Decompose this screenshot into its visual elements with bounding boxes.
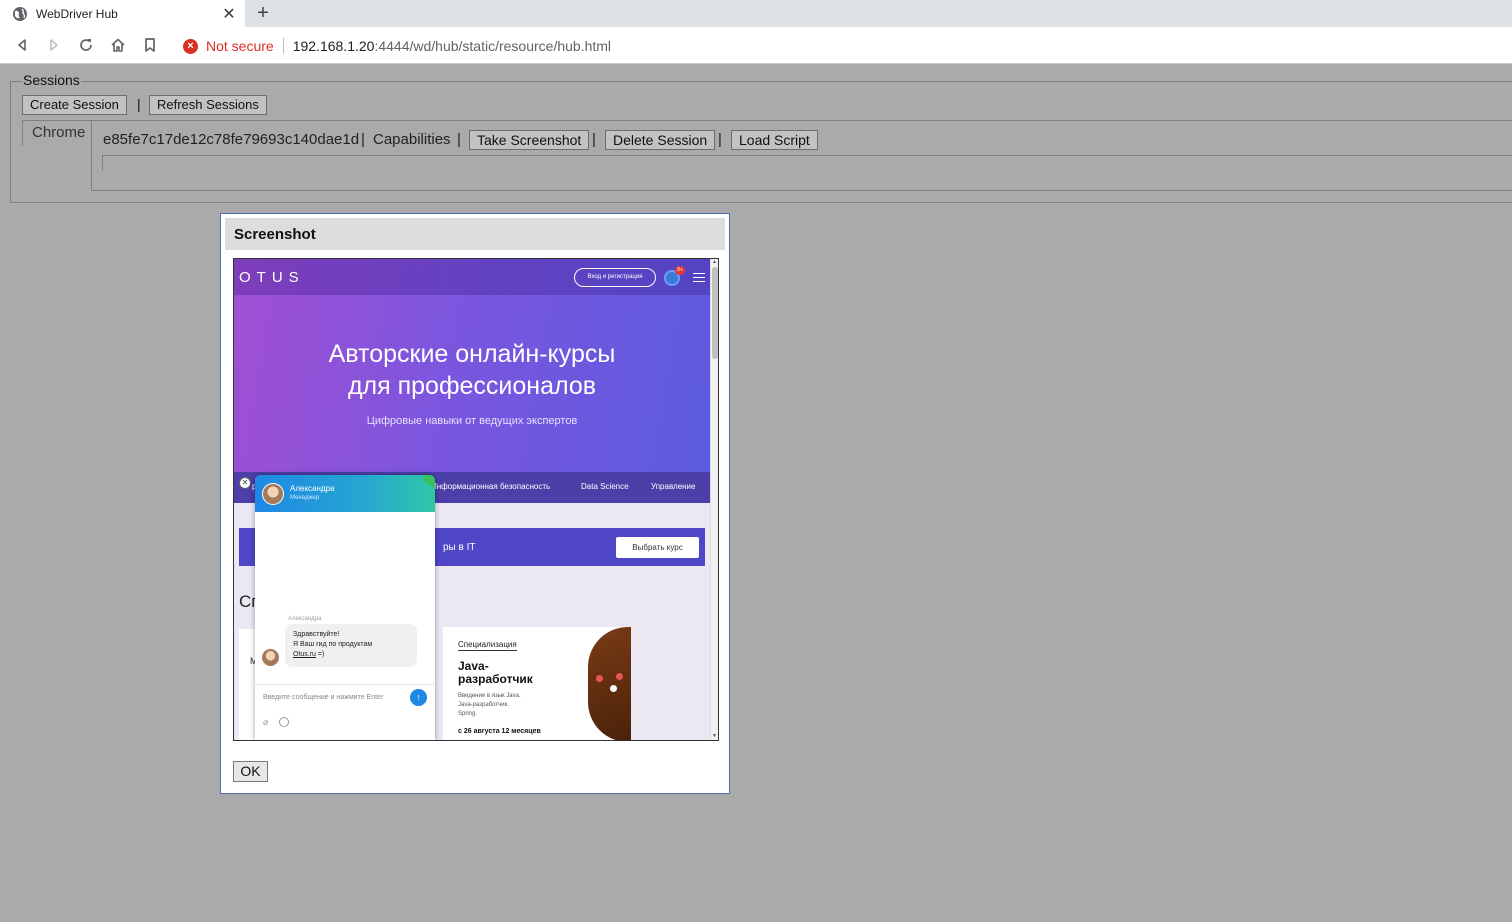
separator: | xyxy=(592,131,596,148)
omnibox-divider xyxy=(282,38,284,54)
card-dates: с 26 августа 12 месяцев xyxy=(458,728,541,735)
security-label[interactable]: Not secure xyxy=(206,38,274,54)
nav-item-security: Информационная безопасность xyxy=(431,482,551,491)
delete-session-button[interactable]: Delete Session xyxy=(605,130,716,150)
session-id: e85fe7c17de12c78fe79693c140dae1d xyxy=(103,131,360,148)
hero-heading-line1: Авторские онлайн-курсы xyxy=(328,340,616,368)
not-secure-icon[interactable]: × xyxy=(183,38,198,54)
banner-text: ры в IT xyxy=(443,542,476,553)
tab-close-icon[interactable]: ✕ xyxy=(219,4,239,24)
tab-strip: WebDriver Hub ✕ + xyxy=(0,0,1512,27)
nav-item-management: Управление xyxy=(651,482,696,491)
browser-tab[interactable]: WebDriver Hub ✕ xyxy=(0,0,245,27)
card-title-line1: Java- xyxy=(458,659,489,673)
home-icon[interactable] xyxy=(108,35,128,55)
site-logo: OTUS xyxy=(239,269,305,286)
site-header: OTUS Вход и регистрация 9+ xyxy=(234,259,710,295)
scroll-up-icon: ▲ xyxy=(712,259,717,265)
browser-toolbar: × Not secure 192.168.1.20:4444/wd/hub/st… xyxy=(0,27,1512,64)
dialog-title: Screenshot xyxy=(234,226,316,243)
choose-course-button: Выбрать курс xyxy=(616,537,699,558)
card-art-dot xyxy=(610,685,617,692)
session-tab-rule xyxy=(91,120,1512,121)
separator: | xyxy=(361,131,365,148)
login-button: Вход и регистрация xyxy=(574,268,656,287)
new-tab-button[interactable]: + xyxy=(252,2,274,24)
bookmark-icon[interactable] xyxy=(140,35,160,55)
card-tag: Специализация xyxy=(458,640,517,651)
chat-message-line2: Я Ваш гид по продуктам xyxy=(293,641,373,648)
sessions-legend: Sessions xyxy=(22,72,81,88)
hero-heading-line2: для профессионалов xyxy=(347,372,597,400)
separator: | xyxy=(137,96,141,112)
hero-section: OTUS Вход и регистрация 9+ Авторские онл… xyxy=(234,259,710,472)
reload-icon[interactable] xyxy=(76,35,96,55)
hero-subheading: Цифровые навыки от ведущих экспертов xyxy=(366,415,578,427)
card-illustration xyxy=(588,627,631,740)
chat-agent-avatar xyxy=(262,483,284,505)
ok-button[interactable]: OK xyxy=(233,761,268,782)
chat-message-bubble: Здравствуйте! Я Ваш гид по продуктам Otu… xyxy=(285,624,417,667)
chat-send-icon: ↑ xyxy=(410,689,427,706)
back-icon[interactable] xyxy=(12,35,32,55)
attachment-icon: ⌀ xyxy=(263,717,269,727)
separator: | xyxy=(457,131,461,148)
chat-message-suffix: =) xyxy=(315,651,325,658)
create-session-button[interactable]: Create Session xyxy=(22,95,127,115)
chat-online-indicator xyxy=(423,475,435,487)
take-screenshot-button[interactable]: Take Screenshot xyxy=(469,130,590,150)
session-capabilities-box xyxy=(102,155,1512,171)
globe-icon xyxy=(13,6,27,21)
chat-message-link: Otus.ru xyxy=(293,651,316,658)
refresh-sessions-button[interactable]: Refresh Sessions xyxy=(149,95,267,115)
chat-message-author: Александра xyxy=(288,616,322,622)
dialog-titlebar[interactable]: Screenshot xyxy=(225,218,725,250)
chat-message-line3: Otus.ru =) xyxy=(293,651,324,658)
screenshot-image: OTUS Вход и регистрация 9+ Авторские онл… xyxy=(233,258,719,741)
chat-input-divider xyxy=(255,684,435,685)
load-script-button[interactable]: Load Script xyxy=(731,130,818,150)
chat-input-placeholder: Введите сообщение и нажмите Enter xyxy=(263,694,384,701)
card-art-dot xyxy=(616,673,623,680)
chat-agent-role: Менеджер xyxy=(290,495,320,501)
url-host: 192.168.1.20 xyxy=(292,38,375,54)
url-path: :4444/wd/hub/static/resource/hub.html xyxy=(374,38,612,54)
scroll-down-icon: ▼ xyxy=(712,733,717,739)
chat-message-line1: Здравствуйте! xyxy=(293,631,340,638)
chat-widget: Александра Менеджер Александра Здравству… xyxy=(255,475,435,740)
card-art-dot xyxy=(596,675,603,682)
notification-badge: 9+ xyxy=(675,266,685,275)
session-tab-chrome[interactable]: Chrome xyxy=(22,120,92,146)
card-desc-line2: Java-разработчик. xyxy=(458,702,509,708)
chat-agent-name: Александра xyxy=(290,484,335,493)
emoji-icon xyxy=(279,717,289,727)
scroll-thumb xyxy=(712,267,718,359)
address-bar[interactable]: × Not secure 192.168.1.20:4444/wd/hub/st… xyxy=(172,32,1512,60)
session-content-rule xyxy=(91,190,1512,191)
forward-icon[interactable] xyxy=(44,35,64,55)
capabilities-link[interactable]: Capabilities xyxy=(373,131,451,148)
card-desc-line3: Spring. xyxy=(458,711,478,717)
card-desc-line1: Введение в язык Java. xyxy=(458,693,521,699)
chat-close-icon: ✕ xyxy=(239,477,251,489)
screenshot-scrollbar: ▲ ▼ xyxy=(710,259,718,740)
nav-item-data-science: Data Science xyxy=(581,482,629,491)
chat-message-avatar xyxy=(262,649,279,666)
hamburger-menu-icon xyxy=(693,273,705,282)
separator: | xyxy=(718,131,722,148)
tab-title: WebDriver Hub xyxy=(36,6,118,21)
chat-header: Александра Менеджер xyxy=(255,475,435,512)
course-card-java: Специализация Java- разработчик Введение… xyxy=(443,627,631,740)
card-title-line2: разработчик xyxy=(458,672,533,686)
